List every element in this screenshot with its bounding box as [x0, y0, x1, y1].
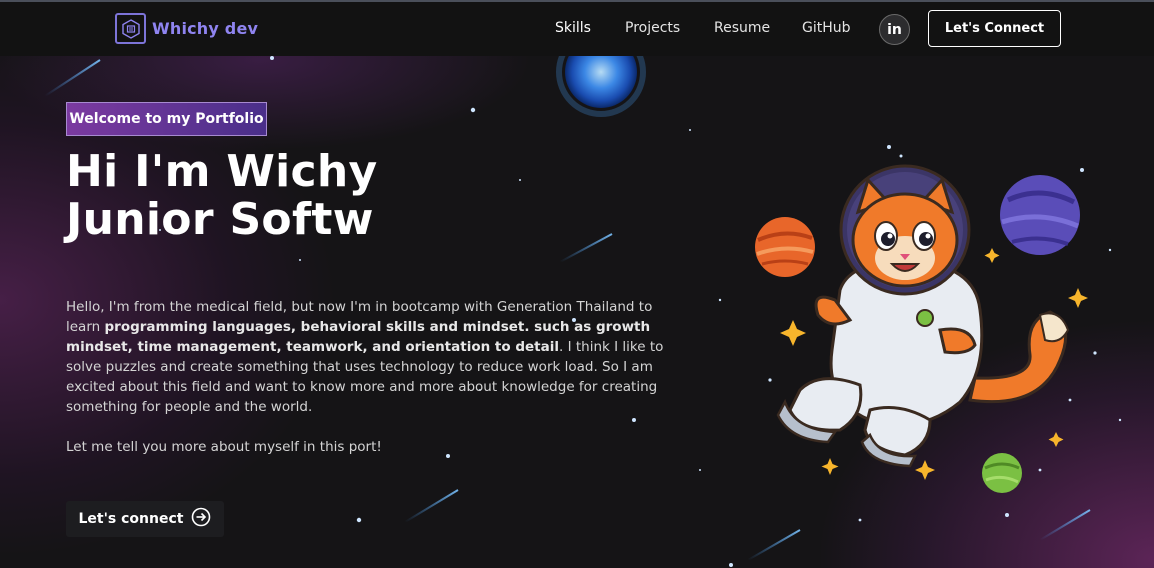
nav-links: Skills Projects Resume GitHub	[538, 18, 868, 42]
cat-head	[851, 177, 959, 288]
green-planet	[982, 453, 1022, 493]
page-title: Hi I'm Wichy Junior Softw	[66, 148, 378, 244]
shooting-star	[559, 233, 613, 263]
navbar: Whichy dev Skills Projects Resume GitHub…	[0, 2, 1154, 56]
lets-connect-cta-button[interactable]: Let's connect	[66, 501, 224, 537]
brand[interactable]: Whichy dev	[115, 13, 258, 44]
intro-paragraph: Hello, I'm from the medical field, but n…	[66, 297, 666, 417]
purple-planet	[1000, 175, 1080, 255]
shooting-star	[1039, 509, 1091, 541]
shooting-star	[44, 59, 101, 97]
linkedin-label: in	[887, 21, 902, 38]
brand-name: Whichy dev	[152, 19, 259, 38]
linkedin-icon[interactable]: in	[879, 14, 910, 45]
nav-link-skills[interactable]: Skills	[555, 18, 591, 38]
arrow-circle-right-icon	[191, 507, 211, 531]
hexagon-logo-icon	[115, 13, 146, 44]
astronaut-cat-illustration	[755, 164, 1088, 493]
headline-line-1: Hi I'm Wichy	[66, 146, 378, 197]
cta-label: Let's connect	[78, 511, 184, 527]
orange-planet	[755, 217, 815, 277]
outro-text: Let me tell you more about myself in thi…	[66, 439, 382, 455]
tagline-badge: Welcome to my Portfolio	[66, 102, 267, 136]
shooting-star	[404, 489, 459, 523]
shooting-star	[747, 529, 801, 561]
nav-link-resume[interactable]: Resume	[714, 18, 770, 38]
nav-link-github[interactable]: GitHub	[802, 18, 851, 38]
nav-link-projects[interactable]: Projects	[625, 18, 680, 38]
lets-connect-button[interactable]: Let's Connect	[928, 10, 1061, 47]
headline-line-2: Junior Softw	[66, 194, 374, 245]
app-root: Whichy dev Skills Projects Resume GitHub…	[0, 0, 1154, 568]
